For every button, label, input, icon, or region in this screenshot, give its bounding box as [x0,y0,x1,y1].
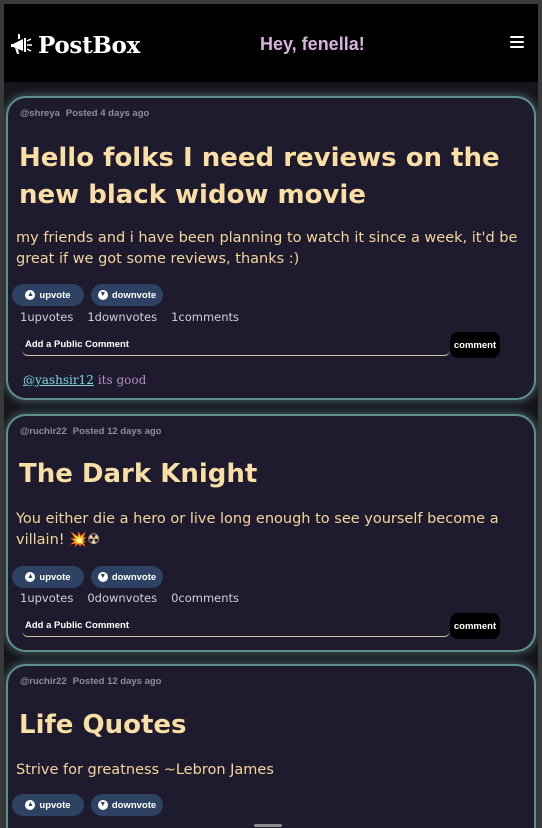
comment-user-link[interactable]: @yashsir12 [23,373,94,387]
post-time: Posted 4 days ago [65,108,150,119]
post-meta: @shreya Posted 4 days ago [20,108,149,119]
post-author[interactable]: @ruchir22 [20,426,67,437]
app-frame: PostBox Hey, fenella! @shreya Posted 4 da… [4,4,538,828]
user-greeting: Hey, fenella! [260,34,365,54]
hamburger-menu-icon[interactable] [510,36,524,48]
post-time: Posted 12 days ago [72,426,162,437]
post-author[interactable]: @ruchir22 [20,676,67,687]
downvote-label: downvote [111,799,157,811]
post-body: You either die a hero or live long enoug… [16,511,499,548]
upvote-button[interactable]: ▲ upvote [12,794,84,816]
upvote-label: upvote [39,571,71,583]
post-meta: @ruchir22 Posted 12 days ago [20,676,161,687]
arrow-up-circle-icon: ▲ [25,572,36,582]
comment-text: its good [97,373,147,387]
brand[interactable]: PostBox [10,30,140,60]
arrow-down-circle-icon: ▼ [97,290,108,300]
downvote-count: 0downvotes [87,591,158,605]
post-time: Posted 12 days ago [72,676,162,687]
comment-count: 0comments [171,591,240,605]
post-title: Hello folks I need reviews on the new bl… [19,143,500,210]
scroll-handle[interactable] [254,824,282,827]
upvote-count: 1upvotes [20,310,74,324]
downvote-label: downvote [111,289,157,301]
arrow-up-circle-icon: ▲ [25,800,36,810]
post-title: Life Quotes [19,710,187,740]
comment-button[interactable]: comment [450,613,500,639]
post-author[interactable]: @shreya [20,108,60,119]
post-meta: @ruchir22 Posted 12 days ago [20,426,161,437]
upvote-button[interactable]: ▲ upvote [12,284,84,306]
comment-count: 1comments [171,310,240,324]
comment-input[interactable] [22,615,450,637]
comment-input[interactable] [22,334,450,356]
arrow-up-circle-icon: ▲ [25,290,36,300]
post-body: Strive for greatness ~Lebron James [16,762,274,778]
navbar: PostBox Hey, fenella! [4,4,538,82]
post-stats: 1upvotes 0downvotes 0comments [20,591,253,605]
downvote-button[interactable]: ▼ downvote [91,794,163,816]
post-card: @ruchir22 Posted 12 days ago The Dark Kni… [6,414,536,652]
upvote-button[interactable]: ▲ upvote [12,566,84,588]
upvote-label: upvote [39,799,71,811]
post-stats: 1upvotes 1downvotes 1comments [20,310,253,324]
post-title: The Dark Knight [19,459,258,489]
upvote-count: 1upvotes [20,591,74,605]
post-card: @shreya Posted 4 days ago Hello folks I n… [6,96,536,400]
post-card: @ruchir22 Posted 12 days ago Life Quotes … [6,664,536,828]
upvote-label: upvote [39,289,71,301]
downvote-button[interactable]: ▼ downvote [91,284,163,306]
arrow-down-circle-icon: ▼ [97,800,108,810]
brand-name: PostBox [38,31,140,59]
comment-button[interactable]: comment [450,332,500,358]
arrow-down-circle-icon: ▼ [97,572,108,582]
post-body: my friends and i have been planning to w… [16,230,518,267]
downvote-label: downvote [111,571,157,583]
megaphone-logo-icon [11,34,32,54]
comment-item: @yashsir12 its good [23,373,146,387]
downvote-count: 1downvotes [87,310,158,324]
downvote-button[interactable]: ▼ downvote [91,566,163,588]
